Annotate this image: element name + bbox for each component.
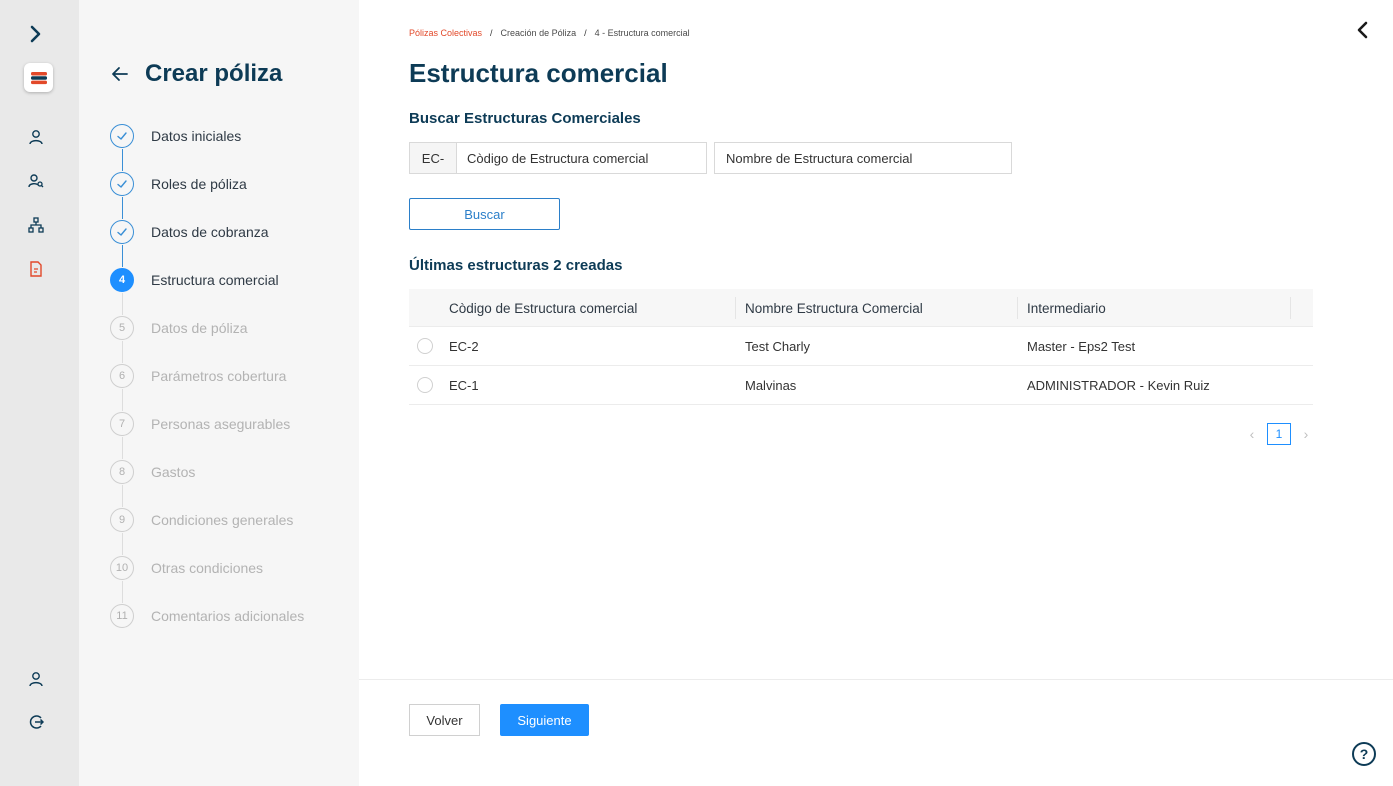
row-radio[interactable] xyxy=(417,377,433,393)
document-icon[interactable] xyxy=(24,257,48,281)
user-icon[interactable] xyxy=(24,125,48,149)
code-prefix: EC- xyxy=(409,142,457,174)
next-button[interactable]: Siguiente xyxy=(500,704,589,736)
search-button[interactable]: Buscar xyxy=(409,198,560,230)
check-icon xyxy=(110,124,134,148)
pagination: ‹ 1 › xyxy=(1245,423,1313,445)
step-number: 6 xyxy=(110,364,134,388)
wizard-step[interactable]: 8 Gastos xyxy=(110,459,195,485)
step-label: Personas asegurables xyxy=(151,416,291,432)
back-arrow-icon[interactable] xyxy=(109,63,131,85)
users-search-icon[interactable] xyxy=(24,169,48,193)
step-number: 7 xyxy=(110,412,134,436)
help-icon[interactable]: ? xyxy=(1352,742,1376,766)
table-row[interactable]: EC-1 Malvinas ADMINISTRADOR - Kevin Ruiz xyxy=(409,366,1313,405)
table-header: Còdigo de Estructura comercial Nombre Es… xyxy=(409,289,1313,327)
profile-icon[interactable] xyxy=(24,667,48,691)
logout-icon[interactable] xyxy=(24,710,48,734)
step-connector xyxy=(122,581,123,603)
step-connector xyxy=(122,437,123,459)
app-logo[interactable] xyxy=(24,63,53,92)
cell-code: EC-2 xyxy=(449,339,479,354)
step-label: Datos iniciales xyxy=(151,128,242,144)
results-heading: Últimas estructuras 2 creadas xyxy=(409,257,623,274)
name-search-input[interactable]: Nombre de Estructura comercial xyxy=(714,142,1012,174)
step-connector xyxy=(122,149,123,171)
wizard-step[interactable]: Datos iniciales xyxy=(110,123,241,149)
page-number[interactable]: 1 xyxy=(1267,423,1291,445)
cell-intermediary: ADMINISTRADOR - Kevin Ruiz xyxy=(1027,378,1210,393)
step-connector xyxy=(122,197,123,219)
step-number: 5 xyxy=(110,316,134,340)
icon-rail xyxy=(0,0,79,786)
wizard-header: Crear póliza xyxy=(109,60,282,88)
step-number: 9 xyxy=(110,508,134,532)
wizard-step[interactable]: 10 Otras condiciones xyxy=(110,555,263,581)
check-icon xyxy=(110,172,134,196)
step-connector xyxy=(122,293,123,315)
step-number: 10 xyxy=(110,556,134,580)
wizard-step[interactable]: Datos de cobranza xyxy=(110,219,269,245)
breadcrumb: Pólizas Colectivas / Creación de Póliza/4 … xyxy=(409,28,690,38)
step-label: Roles de póliza xyxy=(151,176,247,192)
check-icon xyxy=(110,220,134,244)
step-label: Datos de cobranza xyxy=(151,224,269,240)
chevron-right-icon[interactable] xyxy=(24,22,48,46)
step-label: Parámetros cobertura xyxy=(151,368,287,384)
step-label: Gastos xyxy=(151,464,196,480)
code-search-input[interactable]: Còdigo de Estructura comercial xyxy=(456,142,707,174)
column-header-name: Nombre Estructura Comercial xyxy=(745,300,923,316)
cell-intermediary: Master - Eps2 Test xyxy=(1027,339,1136,354)
breadcrumb-current: 4 - Estructura comercial xyxy=(594,28,690,38)
wizard-step[interactable]: 11 Comentarios adicionales xyxy=(110,603,304,629)
step-connector xyxy=(122,533,123,555)
page-title: Estructura comercial xyxy=(409,58,668,88)
search-heading: Buscar Estructuras Comerciales xyxy=(409,110,641,127)
step-label: Comentarios adicionales xyxy=(151,608,305,624)
wizard-step[interactable]: 7 Personas asegurables xyxy=(110,411,290,437)
step-label: Estructura comercial xyxy=(151,272,279,288)
step-number: 8 xyxy=(110,460,134,484)
chevron-left-icon[interactable] xyxy=(1352,19,1374,41)
step-number: 4 xyxy=(110,268,134,292)
step-label: Otras condiciones xyxy=(151,560,264,576)
org-chart-icon[interactable] xyxy=(24,213,48,237)
results-table: Còdigo de Estructura comercial Nombre Es… xyxy=(409,289,1313,405)
row-radio[interactable] xyxy=(417,338,433,354)
step-label: Condiciones generales xyxy=(151,512,294,528)
step-connector xyxy=(122,341,123,363)
main-content: Pólizas Colectivas / Creación de Póliza/4 … xyxy=(359,0,1393,786)
wizard-panel: Crear póliza Datos iniciales Roles de pól… xyxy=(79,0,359,786)
wizard-step[interactable]: 6 Parámetros cobertura xyxy=(110,363,286,389)
breadcrumb-item[interactable]: Pólizas Colectivas xyxy=(409,28,482,38)
step-label: Datos de póliza xyxy=(151,320,248,336)
cell-code: EC-1 xyxy=(449,378,479,393)
table-row[interactable]: EC-2 Test Charly Master - Eps2 Test xyxy=(409,327,1313,366)
wizard-step[interactable]: Roles de póliza xyxy=(110,171,247,197)
step-connector xyxy=(122,389,123,411)
column-header-code: Còdigo de Estructura comercial xyxy=(449,300,638,316)
step-number: 11 xyxy=(110,604,134,628)
footer-divider xyxy=(359,679,1393,680)
column-header-intermediary: Intermediario xyxy=(1027,300,1106,316)
step-connector xyxy=(122,485,123,507)
cell-name: Malvinas xyxy=(745,378,797,393)
next-page-icon[interactable]: › xyxy=(1299,426,1313,442)
wizard-step[interactable]: 9 Condiciones generales xyxy=(110,507,293,533)
step-connector xyxy=(122,245,123,267)
prev-page-icon[interactable]: ‹ xyxy=(1245,426,1259,442)
cell-name: Test Charly xyxy=(745,339,811,354)
wizard-title: Crear póliza xyxy=(145,60,283,87)
back-button[interactable]: Volver xyxy=(409,704,480,736)
wizard-step[interactable]: 5 Datos de póliza xyxy=(110,315,248,341)
wizard-step[interactable]: 4 Estructura comercial xyxy=(110,267,279,293)
breadcrumb-item[interactable]: Creación de Póliza xyxy=(501,28,577,38)
